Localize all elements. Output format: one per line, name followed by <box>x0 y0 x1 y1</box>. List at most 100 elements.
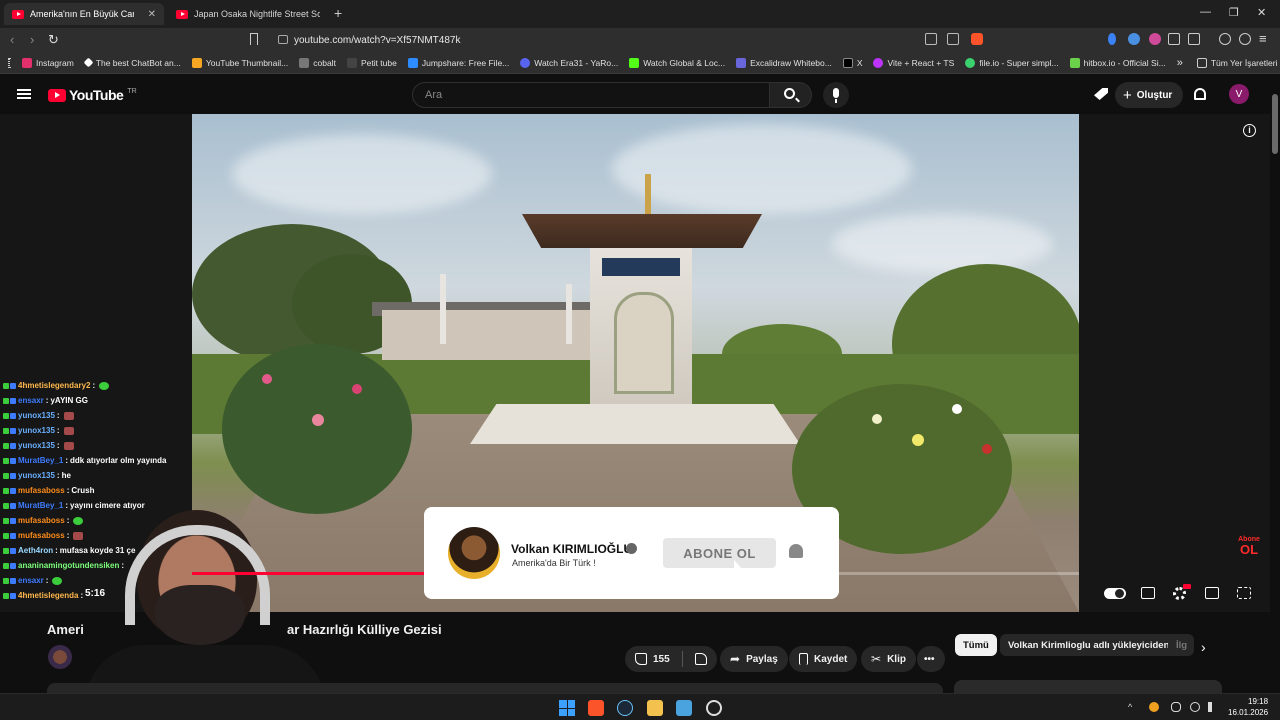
chat-separator: : <box>56 471 60 480</box>
subtitles-icon[interactable] <box>1141 587 1155 599</box>
notifications-bell-icon[interactable] <box>1194 88 1206 100</box>
cloud <box>832 214 1052 274</box>
file-explorer-icon[interactable] <box>647 700 663 716</box>
sidebar-icon[interactable] <box>1188 33 1200 45</box>
reload-icon[interactable]: ↻ <box>48 32 59 48</box>
cloud <box>612 124 912 214</box>
voice-search-icon[interactable] <box>823 82 849 108</box>
bookmark-item[interactable]: file.io - Super simpl... <box>965 57 1059 68</box>
tab-active[interactable]: Amerika'nın En Büyük Camisi ✕ <box>4 3 164 25</box>
back-icon[interactable]: ‹ <box>10 32 14 47</box>
forward-icon[interactable]: › <box>30 32 34 47</box>
bookmark-item[interactable]: cobalt <box>299 57 336 68</box>
new-tab-button[interactable]: + <box>334 5 342 21</box>
bookmark-icon[interactable] <box>250 33 258 45</box>
site-info-icon[interactable] <box>278 35 288 44</box>
steam-icon[interactable] <box>617 700 633 716</box>
cast-icon[interactable] <box>925 33 937 45</box>
chat-emote-icon <box>63 426 74 435</box>
search-input[interactable]: Ara <box>412 82 770 108</box>
save-button[interactable]: Kaydet <box>789 646 858 672</box>
restore-icon[interactable]: ❐ <box>1229 6 1239 19</box>
bookmark-item[interactable]: Instagram <box>22 57 74 68</box>
page-scrollbar[interactable] <box>1270 74 1280 694</box>
extension-icon[interactable] <box>1149 33 1161 45</box>
bookmark-item[interactable]: YouTube Thumbnail... <box>191 57 288 68</box>
youtube-logo[interactable]: YouTube TR <box>48 87 137 103</box>
chip-related[interactable]: İlg <box>1168 634 1194 656</box>
scrollbar-thumb[interactable] <box>1272 94 1278 154</box>
subscribe-watermark[interactable]: Abone OL <box>1236 535 1262 559</box>
tray-app-icon[interactable] <box>1149 702 1159 712</box>
volume-icon[interactable] <box>1208 702 1218 712</box>
url-field[interactable]: youtube.com/watch?v=Xf57NMT487k <box>268 30 988 50</box>
hamburger-menu-icon[interactable] <box>17 89 31 99</box>
minimize-icon[interactable]: — <box>1200 6 1211 18</box>
share-icon[interactable] <box>947 33 959 45</box>
card-subscribe-button[interactable]: ABONE OL <box>663 538 776 568</box>
create-button[interactable]: + Oluştur <box>1115 82 1183 108</box>
windows-start-icon[interactable] <box>559 700 575 716</box>
chip-all[interactable]: Tümü <box>955 634 997 656</box>
like-count[interactable]: 155 <box>653 654 670 665</box>
search-button[interactable] <box>770 82 812 108</box>
description-box[interactable] <box>47 683 943 693</box>
bookmark-item[interactable]: Jumpshare: Free File... <box>407 57 509 68</box>
chat-message: yunox135 : <box>3 408 193 423</box>
close-tab-icon[interactable]: ✕ <box>148 9 156 20</box>
chat-badge-icon <box>3 517 16 524</box>
clip-button[interactable]: ✂ Klip <box>861 646 916 672</box>
extension-icon[interactable] <box>1108 33 1116 45</box>
chat-separator: : <box>45 576 49 585</box>
bookmark-favicon-icon <box>629 57 640 68</box>
chat-emote-icon <box>63 411 74 420</box>
bookmark-item[interactable]: The best ChatBot an... <box>83 58 181 68</box>
info-icon[interactable]: i <box>1243 124 1256 137</box>
app-icon[interactable] <box>676 700 692 716</box>
verified-icon <box>626 543 637 554</box>
system-clock[interactable]: 19:18 16.01.2026 <box>1228 696 1268 718</box>
bookmark-item[interactable]: Watch Era31 - YaRo... <box>520 57 618 68</box>
bookmark-item[interactable]: hitbox.io - Official Si... <box>1069 57 1166 68</box>
fullscreen-icon[interactable] <box>1237 587 1251 599</box>
obs-icon[interactable] <box>706 700 722 716</box>
media-icon[interactable] <box>1219 33 1231 45</box>
chips-next-icon[interactable]: › <box>1201 639 1206 655</box>
bell-icon <box>789 544 803 558</box>
chip-from-uploader[interactable]: Volkan Kirimlioglu adlı yükleyiciden <box>1000 634 1178 656</box>
brave-browser-icon[interactable] <box>588 700 604 716</box>
bookmark-item[interactable]: Vite + React + TS <box>873 57 954 68</box>
extension-icon[interactable] <box>1128 33 1140 45</box>
bookmark-favicon-icon <box>299 57 310 68</box>
autoplay-toggle[interactable] <box>1104 588 1126 599</box>
tray-chevron-icon[interactable]: ^ <box>1128 702 1138 712</box>
more-actions-button[interactable]: ••• <box>917 646 945 672</box>
vpn-icon[interactable] <box>1239 33 1251 45</box>
menu-icon[interactable]: ≡ <box>1259 31 1267 46</box>
extensions-puzzle-icon[interactable] <box>1168 33 1180 45</box>
bookmark-item[interactable]: Watch Global & Loc... <box>629 57 725 68</box>
share-button[interactable]: ➦ Paylaş <box>720 646 788 672</box>
bookmark-item[interactable]: Excalidraw Whitebo... <box>736 57 832 68</box>
network-icon[interactable] <box>1190 702 1200 712</box>
account-avatar[interactable]: V <box>1229 84 1249 104</box>
youtube-play-icon <box>48 88 66 102</box>
chat-emote-icon <box>52 576 63 585</box>
theater-mode-icon[interactable] <box>1205 587 1219 599</box>
like-icon[interactable] <box>635 653 647 665</box>
chat-separator: : <box>92 381 96 390</box>
tab-inactive[interactable]: Japan Osaka Nightlife Street Scenes <box>168 3 328 25</box>
dislike-icon[interactable] <box>694 653 707 665</box>
all-bookmarks-button[interactable]: Tüm Yer İşaretleri <box>1196 57 1277 68</box>
microphone-icon[interactable] <box>1171 702 1181 712</box>
bookmark-item[interactable]: Petit tube <box>346 57 397 68</box>
brave-shields-icon[interactable] <box>971 33 983 45</box>
chat-badge-icon <box>3 592 16 599</box>
apps-grid-icon[interactable] <box>8 57 10 68</box>
bookmark-item[interactable]: X <box>842 57 862 68</box>
channel-avatar[interactable] <box>48 645 72 669</box>
more-bookmarks-icon[interactable]: » <box>1177 57 1183 69</box>
rocket-icon[interactable] <box>1094 88 1108 100</box>
close-window-icon[interactable]: ✕ <box>1257 6 1266 19</box>
chat-badge-icon <box>3 562 16 569</box>
